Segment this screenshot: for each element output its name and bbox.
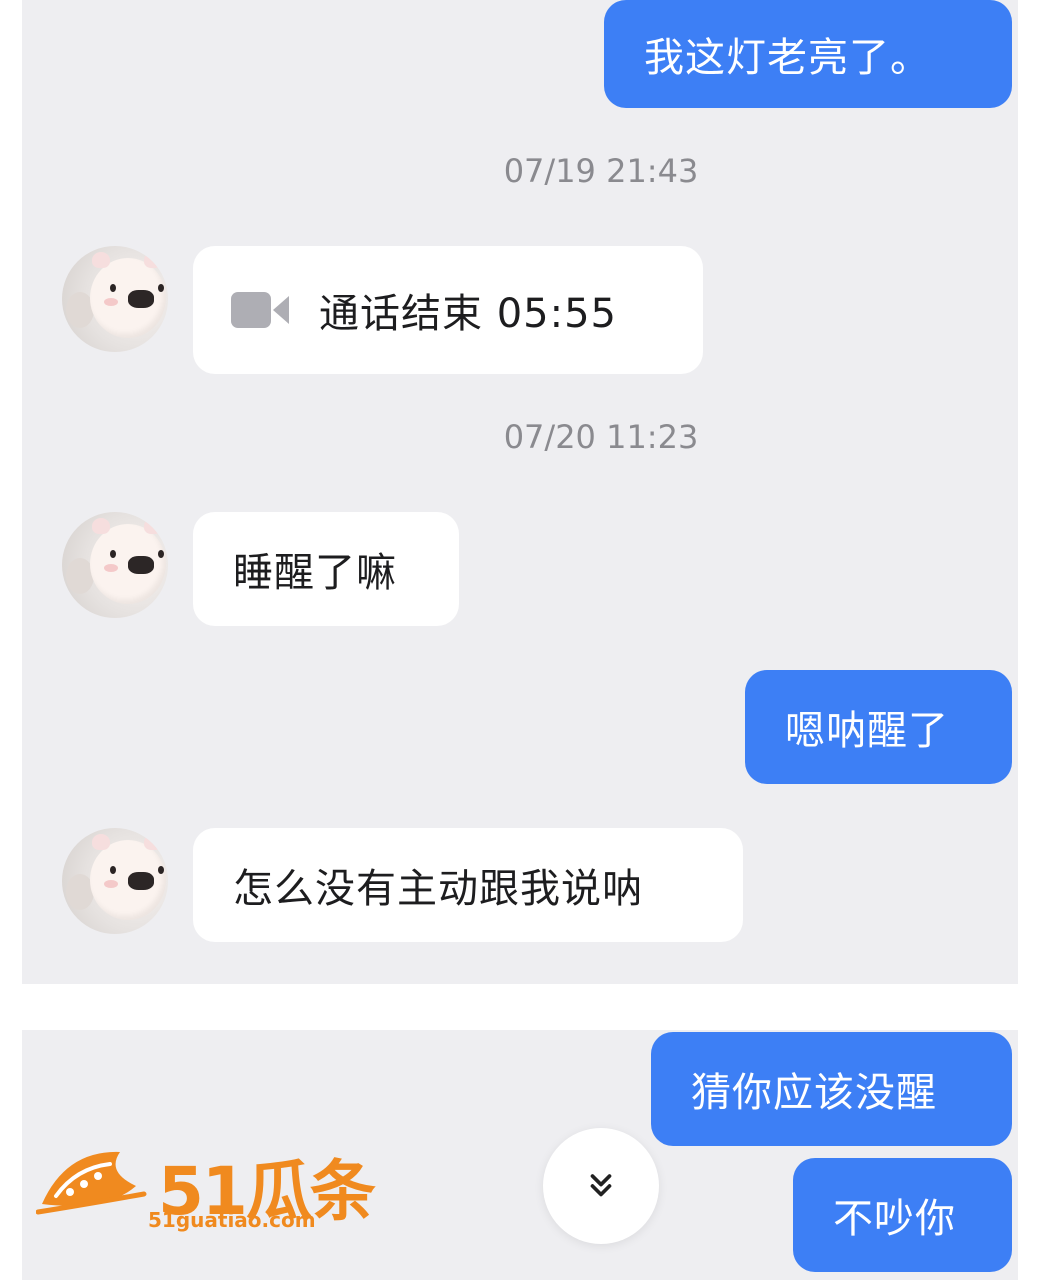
watermelon-logo-icon (36, 1151, 147, 1215)
scroll-to-bottom-button[interactable] (543, 1128, 659, 1244)
timestamp: 07/20 11:23 (503, 418, 699, 456)
timestamp: 07/19 21:43 (503, 152, 699, 190)
double-chevron-down-icon (590, 1174, 612, 1197)
message-text: 猜你应该没醒 (691, 1070, 937, 1116)
watermark: 51瓜条 51guatiao.com (36, 1138, 376, 1238)
message-bubble-outgoing[interactable]: 我这灯老亮了。 (604, 0, 1012, 108)
message-bubble-outgoing[interactable]: 不吵你 (793, 1158, 1012, 1272)
message-bubble-incoming[interactable]: 怎么没有主动跟我说呐 (193, 828, 743, 942)
watermark-domain: 51guatiao.com (148, 1208, 316, 1232)
video-camera-icon (231, 290, 291, 330)
avatar[interactable] (62, 512, 168, 618)
message-text: 怎么没有主动跟我说呐 (233, 866, 643, 912)
message-text: 不吵你 (833, 1196, 956, 1242)
message-text: 睡醒了嘛 (233, 550, 397, 596)
message-bubble-incoming[interactable]: 睡醒了嘛 (193, 512, 459, 626)
avatar[interactable] (62, 246, 168, 352)
message-bubble-outgoing[interactable]: 嗯呐醒了 (745, 670, 1012, 784)
message-bubble-outgoing[interactable]: 猜你应该没醒 (651, 1032, 1012, 1146)
message-text: 通话结束 05:55 (319, 291, 617, 337)
message-bubble-call-ended[interactable]: 通话结束 05:55 (193, 246, 703, 374)
message-text: 我这灯老亮了。 (644, 35, 931, 81)
avatar[interactable] (62, 828, 168, 934)
message-text: 嗯呐醒了 (785, 708, 949, 754)
